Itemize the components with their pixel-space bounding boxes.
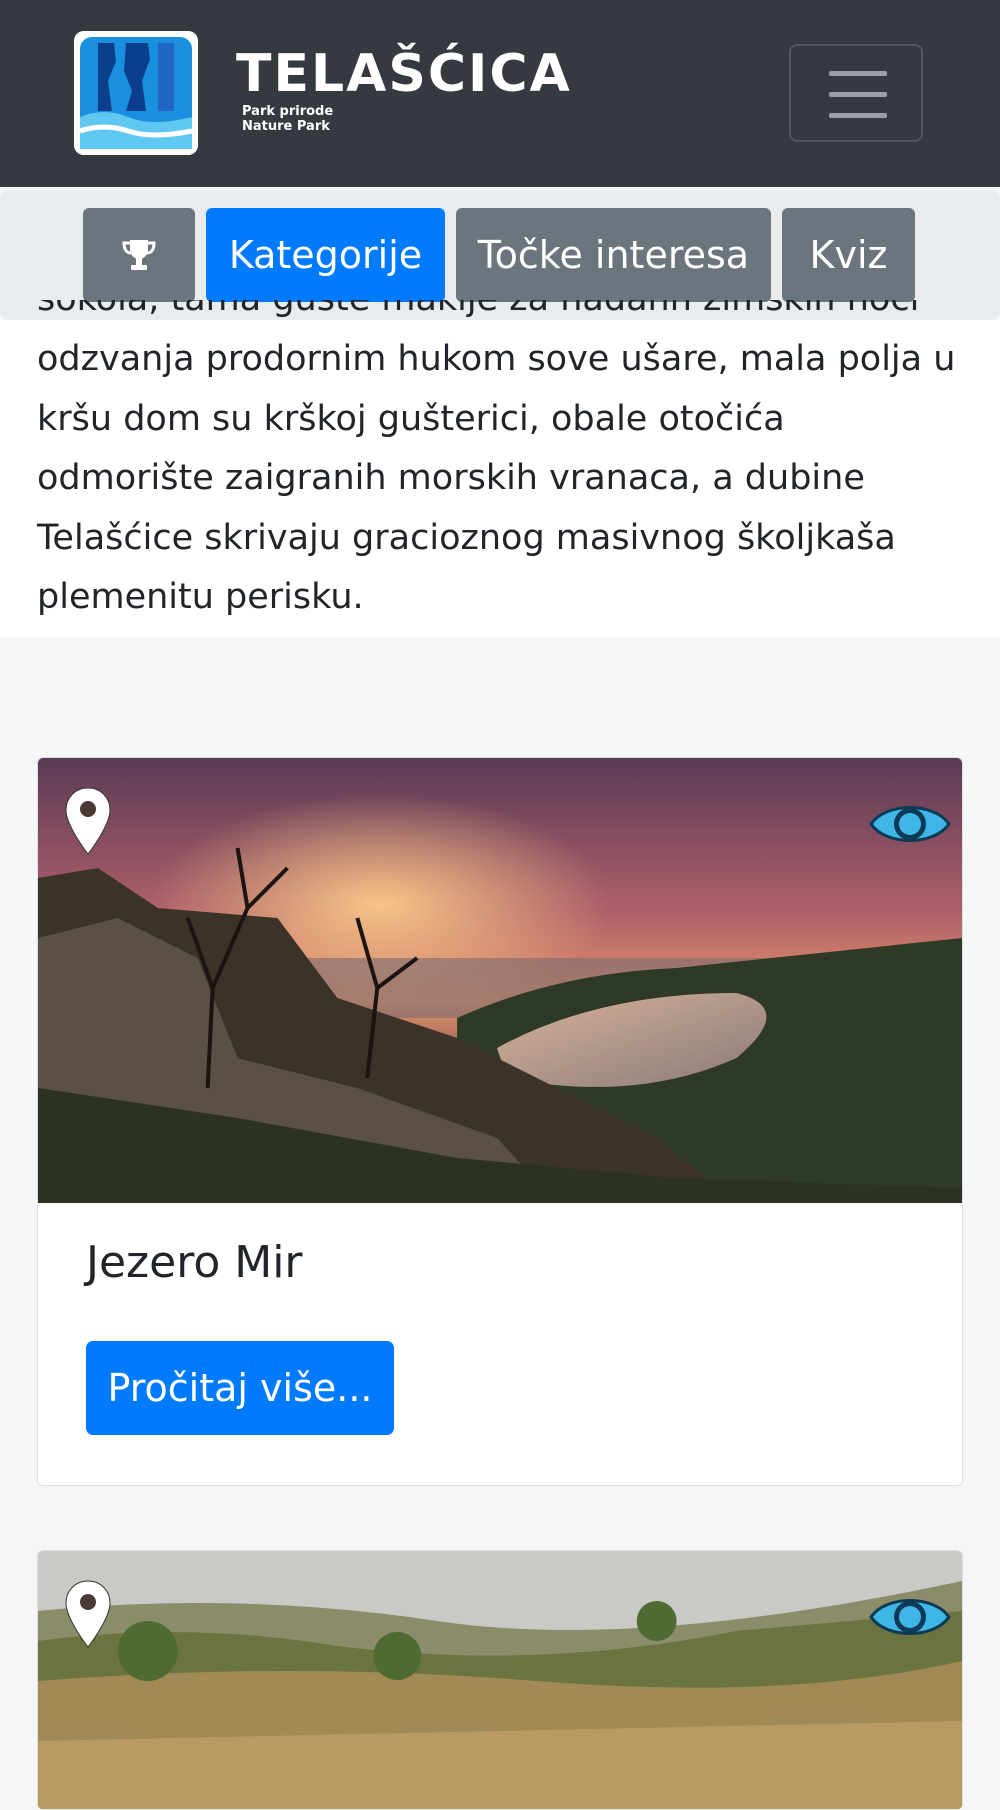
intro-line: plemenitu perisku. <box>37 577 364 617</box>
brand-sub-line1: Park prirode <box>242 104 334 119</box>
park-logo-graphic <box>74 31 198 155</box>
read-more-button[interactable]: Pročitaj više... <box>86 1341 394 1435</box>
tab-kviz[interactable]: Kviz <box>782 208 915 302</box>
trophy-icon <box>122 240 156 270</box>
location-pin-icon[interactable] <box>64 786 112 856</box>
card-title: Jezero Mir <box>86 1237 303 1288</box>
intro-partial-line: sokola, tama guste makije za nadahn zims… <box>37 300 967 320</box>
eye-icon[interactable] <box>868 1587 952 1647</box>
card-image[interactable] <box>38 758 962 1203</box>
brand-text: TELAŠĆICA Park prirode Nature Park <box>236 44 572 134</box>
tab-leaderboard[interactable] <box>83 208 195 302</box>
intro-section: odzvanja prodornim hukom sove ušare, mal… <box>0 320 1000 637</box>
poi-card: Jezero Mir Pročitaj više... <box>37 757 963 1486</box>
brand-sub-line2: Nature Park <box>242 119 330 134</box>
intro-line: kršu dom su krškoj gušterici, obale otoč… <box>37 398 785 439</box>
intro-line: odmorište zaigranih morskih vranaca, a d… <box>37 458 865 498</box>
card-image[interactable] <box>38 1551 962 1810</box>
intro-paragraph: odzvanja prodornim hukom sove ušare, mal… <box>37 330 967 628</box>
intro-line: Telašćice skrivaju gracioznog masivnog š… <box>37 517 896 558</box>
menu-toggle-button[interactable] <box>789 44 923 142</box>
tab-kategorije[interactable]: Kategorije <box>206 208 445 302</box>
park-logo[interactable] <box>74 31 198 155</box>
eye-icon[interactable] <box>868 794 952 854</box>
top-navbar: TELAŠĆICA Park prirode Nature Park <box>0 0 1000 187</box>
hamburger-icon <box>829 71 887 76</box>
tab-tocke-interesa[interactable]: Točke interesa <box>456 208 771 302</box>
location-pin-icon[interactable] <box>64 1579 112 1649</box>
brand-name: TELAŠĆICA <box>236 44 572 104</box>
poi-card <box>37 1550 963 1810</box>
intro-line: odzvanja prodornim hukom sove ušare, mal… <box>37 339 956 379</box>
